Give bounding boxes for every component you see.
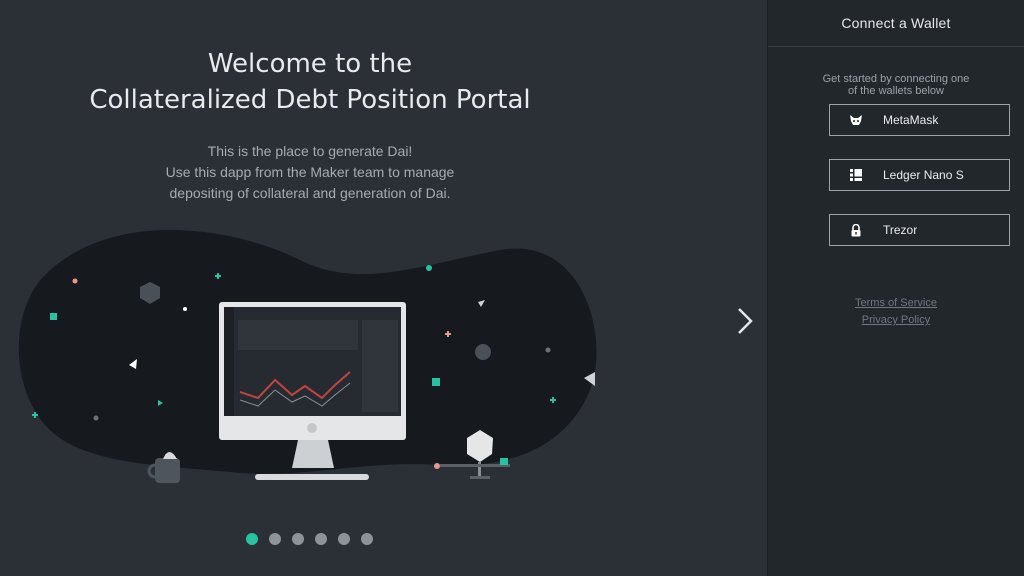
carousel-dot-1[interactable] — [246, 533, 258, 545]
terms-of-service-link[interactable]: Terms of Service — [768, 297, 1024, 309]
dashboard-illustration — [18, 230, 597, 483]
metamask-label: MetaMask — [883, 113, 939, 127]
carousel-dot-3[interactable] — [292, 533, 304, 545]
carousel-dots — [246, 533, 373, 545]
page-title: Welcome to the Collateralized Debt Posit… — [0, 46, 620, 118]
carousel-dot-2[interactable] — [269, 533, 281, 545]
title-line-1: Welcome to the — [207, 49, 413, 79]
wallet-intro-text: Get started by connecting one of the wal… — [822, 73, 970, 97]
metamask-fox-icon — [849, 113, 863, 127]
lock-icon — [849, 223, 863, 237]
metamask-button[interactable]: MetaMask — [829, 104, 1010, 136]
title-line-2: Collateralized Debt Position Portal — [89, 85, 531, 115]
privacy-policy-link[interactable]: Privacy Policy — [768, 314, 1024, 326]
carousel-dot-4[interactable] — [315, 533, 327, 545]
chevron-right-icon — [738, 308, 753, 334]
carousel-dot-5[interactable] — [338, 533, 350, 545]
carousel-next-button[interactable] — [733, 305, 757, 337]
subtitle-line-1: This is the place to generate Dai! — [207, 143, 413, 159]
carousel-dot-6[interactable] — [361, 533, 373, 545]
subtitle-line-3: depositing of collateral and generation … — [169, 185, 451, 201]
trezor-button[interactable]: Trezor — [829, 214, 1010, 246]
ledger-icon — [849, 168, 863, 182]
wallet-panel: Connect a Wallet Get started by connecti… — [768, 0, 1024, 576]
subtitle-line-2: Use this dapp from the Maker team to man… — [165, 164, 455, 180]
hero-section: Welcome to the Collateralized Debt Posit… — [0, 0, 767, 576]
trezor-label: Trezor — [883, 223, 918, 237]
ledger-nano-s-button[interactable]: Ledger Nano S — [829, 159, 1010, 191]
page-subtitle: This is the place to generate Dai! Use t… — [0, 141, 620, 204]
wallet-panel-header: Connect a Wallet — [768, 0, 1024, 47]
ledger-nano-s-label: Ledger Nano S — [883, 168, 964, 182]
